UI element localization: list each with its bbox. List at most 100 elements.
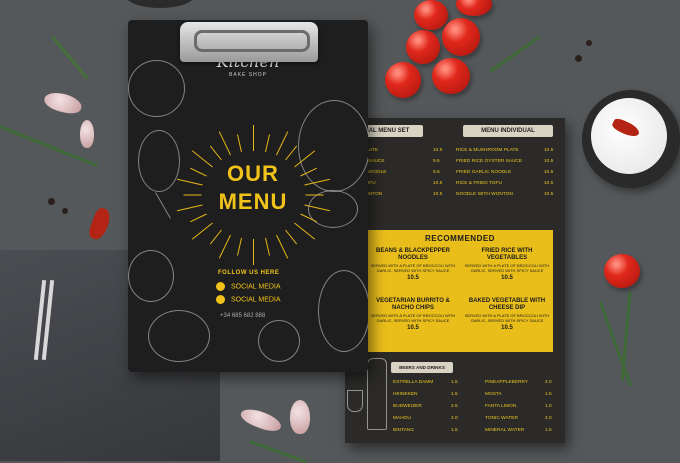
drink-name: MINERAL WATER — [485, 428, 525, 433]
menu-item-price: 10.5 — [433, 148, 443, 153]
tomato-icon — [604, 254, 640, 288]
sunburst-ray — [275, 234, 288, 259]
recommended-price: 10.5 — [407, 275, 419, 281]
clipboard-clip — [180, 22, 318, 62]
drink-price: 1.5 — [451, 428, 458, 433]
bottle-icon — [367, 358, 387, 430]
drink-price: 1.5 — [451, 380, 458, 385]
recommended-price: 10.5 — [407, 325, 419, 331]
menu-item-price: 10.5 — [544, 181, 554, 186]
sunburst-ray — [264, 134, 270, 153]
social-label: SOCIAL MEDIA — [231, 283, 281, 291]
drink-name: MAHOU — [393, 416, 411, 421]
recommended-panel: RECOMMENDED BEANS & BLACKPEPPER NOODLES S… — [367, 230, 553, 352]
title-line-2: MENU — [218, 189, 288, 214]
sunburst-ray — [293, 222, 315, 240]
menu-item-price: 10.5 — [544, 170, 554, 175]
menu-item-price: 10.5 — [544, 192, 554, 197]
recommended-title: RECOMMENDED — [425, 234, 495, 243]
menu-item-name: NOODLE WITH WONTON — [456, 192, 513, 197]
recommended-price: 10.5 — [501, 275, 513, 281]
menu-item-name: RICE & FRIED TOFU — [456, 181, 502, 186]
social-link-1[interactable]: SOCIAL MEDIA — [216, 282, 281, 291]
recommended-desc: SERVED WITH A PLATE OF BROCCOLI WITH GAR… — [464, 263, 550, 273]
recommended-desc: SERVED WITH A PLATE OF BROCCOLI WITH GAR… — [370, 313, 456, 323]
drink-name: BUDWEIZER — [393, 404, 422, 409]
bowl — [125, 0, 195, 8]
drink-price: 1.5 — [545, 428, 552, 433]
garlic-icon — [42, 89, 84, 117]
sunburst-ray — [209, 229, 222, 244]
glass-icon — [347, 390, 363, 412]
sunburst-ray — [253, 124, 254, 151]
tomato-icon — [406, 30, 440, 64]
menu-item-price: 10.5 — [433, 192, 443, 197]
drink-price: 1.0 — [545, 404, 552, 409]
dot-icon — [216, 282, 225, 291]
drink-name: ESTRELLA DAMM — [393, 380, 434, 385]
drink-price: 2.0 — [545, 380, 552, 385]
drink-price: 2.0 — [545, 416, 552, 421]
drink-price: 1.5 — [451, 392, 458, 397]
drink-name: HEINEKEN — [393, 392, 418, 397]
garlic-icon — [290, 400, 310, 434]
salt-bowl — [582, 90, 680, 188]
drink-name: BINTANG — [393, 428, 414, 433]
menu-item-name: FRIED RICE OYSTER SAUCE — [456, 159, 523, 164]
recommended-item: FRIED RICE WITH VEGETABLES SERVED WITH A … — [461, 248, 553, 281]
sunburst-ray — [237, 134, 243, 153]
tomato-icon — [456, 0, 492, 16]
menu-item-name: FRIED GARLIC NOODLE — [456, 170, 512, 175]
menu-back-sheet: SPECIAL MENU SET MENU INDIVIDUAL ROOM PL… — [345, 118, 565, 443]
peppercorn-icon — [48, 198, 55, 205]
drink-name: PINEAPPLEBERRY — [485, 380, 529, 385]
recommended-price: 10.5 — [501, 325, 513, 331]
menu-item-name: RICE & MUSHROOM PLATE — [456, 148, 519, 153]
follow-label: FOLLOW US HERE — [218, 270, 280, 276]
chili-icon — [87, 206, 113, 242]
sunburst-ray — [219, 131, 232, 156]
social-label: SOCIAL MEDIA — [231, 296, 281, 304]
drinks-header: BEERS AND DRINKS — [391, 362, 453, 373]
sunburst-ray — [192, 222, 214, 240]
sunburst-ray — [253, 239, 254, 266]
tomato-icon — [432, 58, 470, 94]
dot-icon — [216, 295, 225, 304]
recommended-desc: SERVED WITH A PLATE OF BROCCOLI WITH GAR… — [464, 313, 550, 323]
sunburst-ray — [285, 146, 298, 161]
recommended-name: VEGETARIAN BURRITO & NACHO CHIPS — [376, 298, 450, 311]
sunburst-ray — [219, 234, 232, 259]
sunburst-ray — [275, 131, 288, 156]
drink-name: FANTA LIMON — [485, 404, 517, 409]
drink-price: 2.5 — [451, 404, 458, 409]
drink-price: 1.5 — [545, 392, 552, 397]
drink-price: 2.0 — [451, 416, 458, 421]
drink-name: MOSTA — [485, 392, 502, 397]
sunburst-ray — [237, 237, 243, 256]
menu-item-price: 9.5 — [433, 170, 440, 175]
recommended-item: BEANS & BLACKPEPPER NOODLES SERVED WITH A… — [367, 248, 459, 281]
tomato-icon — [442, 18, 480, 56]
garlic-icon — [80, 120, 94, 148]
menu-title: OUR MENU — [168, 160, 338, 216]
drink-name: TONIC WATER — [485, 416, 518, 421]
menu-item-price: 10.5 — [544, 159, 554, 164]
menu-clipboard: LITTLE RED Kitchen BAKE SHOP OUR MENU FO… — [128, 20, 368, 372]
garlic-icon — [238, 405, 284, 435]
recommended-desc: SERVED WITH A PLATE OF BROCCOLI WITH GAR… — [370, 263, 456, 273]
sunburst-ray — [209, 146, 222, 161]
right-header: MENU INDIVIDUAL — [463, 125, 553, 137]
sunburst-ray — [264, 237, 270, 256]
tomato-icon — [385, 62, 421, 98]
peppercorn-icon — [575, 55, 582, 62]
recommended-item: VEGETARIAN BURRITO & NACHO CHIPS SERVED W… — [367, 298, 459, 331]
social-link-2[interactable]: SOCIAL MEDIA — [216, 295, 281, 304]
menu-item-price: 10.5 — [544, 148, 554, 153]
menu-item-price: 10.5 — [433, 181, 443, 186]
menu-item-price: 9.5 — [433, 159, 440, 164]
recommended-name: FRIED RICE WITH VEGETABLES — [481, 248, 533, 261]
phone-number: +34 685 682 888 — [220, 313, 266, 319]
peppercorn-icon — [62, 208, 68, 214]
recommended-name: BAKED VEGETABLE WITH CHEESE DIP — [468, 298, 546, 311]
brand-sub: BAKE SHOP — [229, 72, 267, 78]
